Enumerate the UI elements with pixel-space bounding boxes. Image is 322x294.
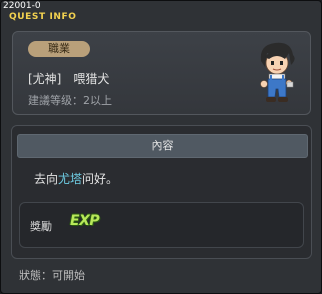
title-bar[interactable]: 22001-0 QUEST INFO	[1, 1, 321, 23]
window-title: QUEST INFO	[9, 12, 77, 22]
quest-header-panel: 職業 [尤神] 喂猎犬 建議等级：2以上	[12, 31, 311, 115]
quest-content-panel: 內容 去向尤塔问好。 獎勵 EXP	[11, 125, 312, 259]
quest-description: 去向尤塔问好。	[34, 170, 118, 187]
reward-label: 獎勵	[30, 220, 52, 233]
npc-name-link: 尤塔	[58, 172, 83, 186]
content-section-title: 內容	[17, 134, 308, 158]
quest-id: 22001-0	[3, 1, 41, 11]
quest-status: 狀態：可開始	[19, 269, 85, 282]
reward-box: 獎勵 EXP	[19, 202, 304, 248]
recommended-level: 建議等级：2以上	[28, 94, 112, 107]
job-badge: 職業	[28, 41, 90, 57]
exp-reward-icon[interactable]: EXP	[70, 213, 100, 229]
quest-text-prefix: 去向	[34, 172, 59, 186]
quest-info-window: 22001-0 QUEST INFO 職業 [尤神] 喂猎犬 建議等级：2以上	[0, 0, 322, 294]
job-name: [尤神] 喂猎犬	[28, 72, 110, 86]
npc-character-icon	[260, 42, 295, 102]
quest-text-suffix: 问好。	[82, 172, 119, 186]
